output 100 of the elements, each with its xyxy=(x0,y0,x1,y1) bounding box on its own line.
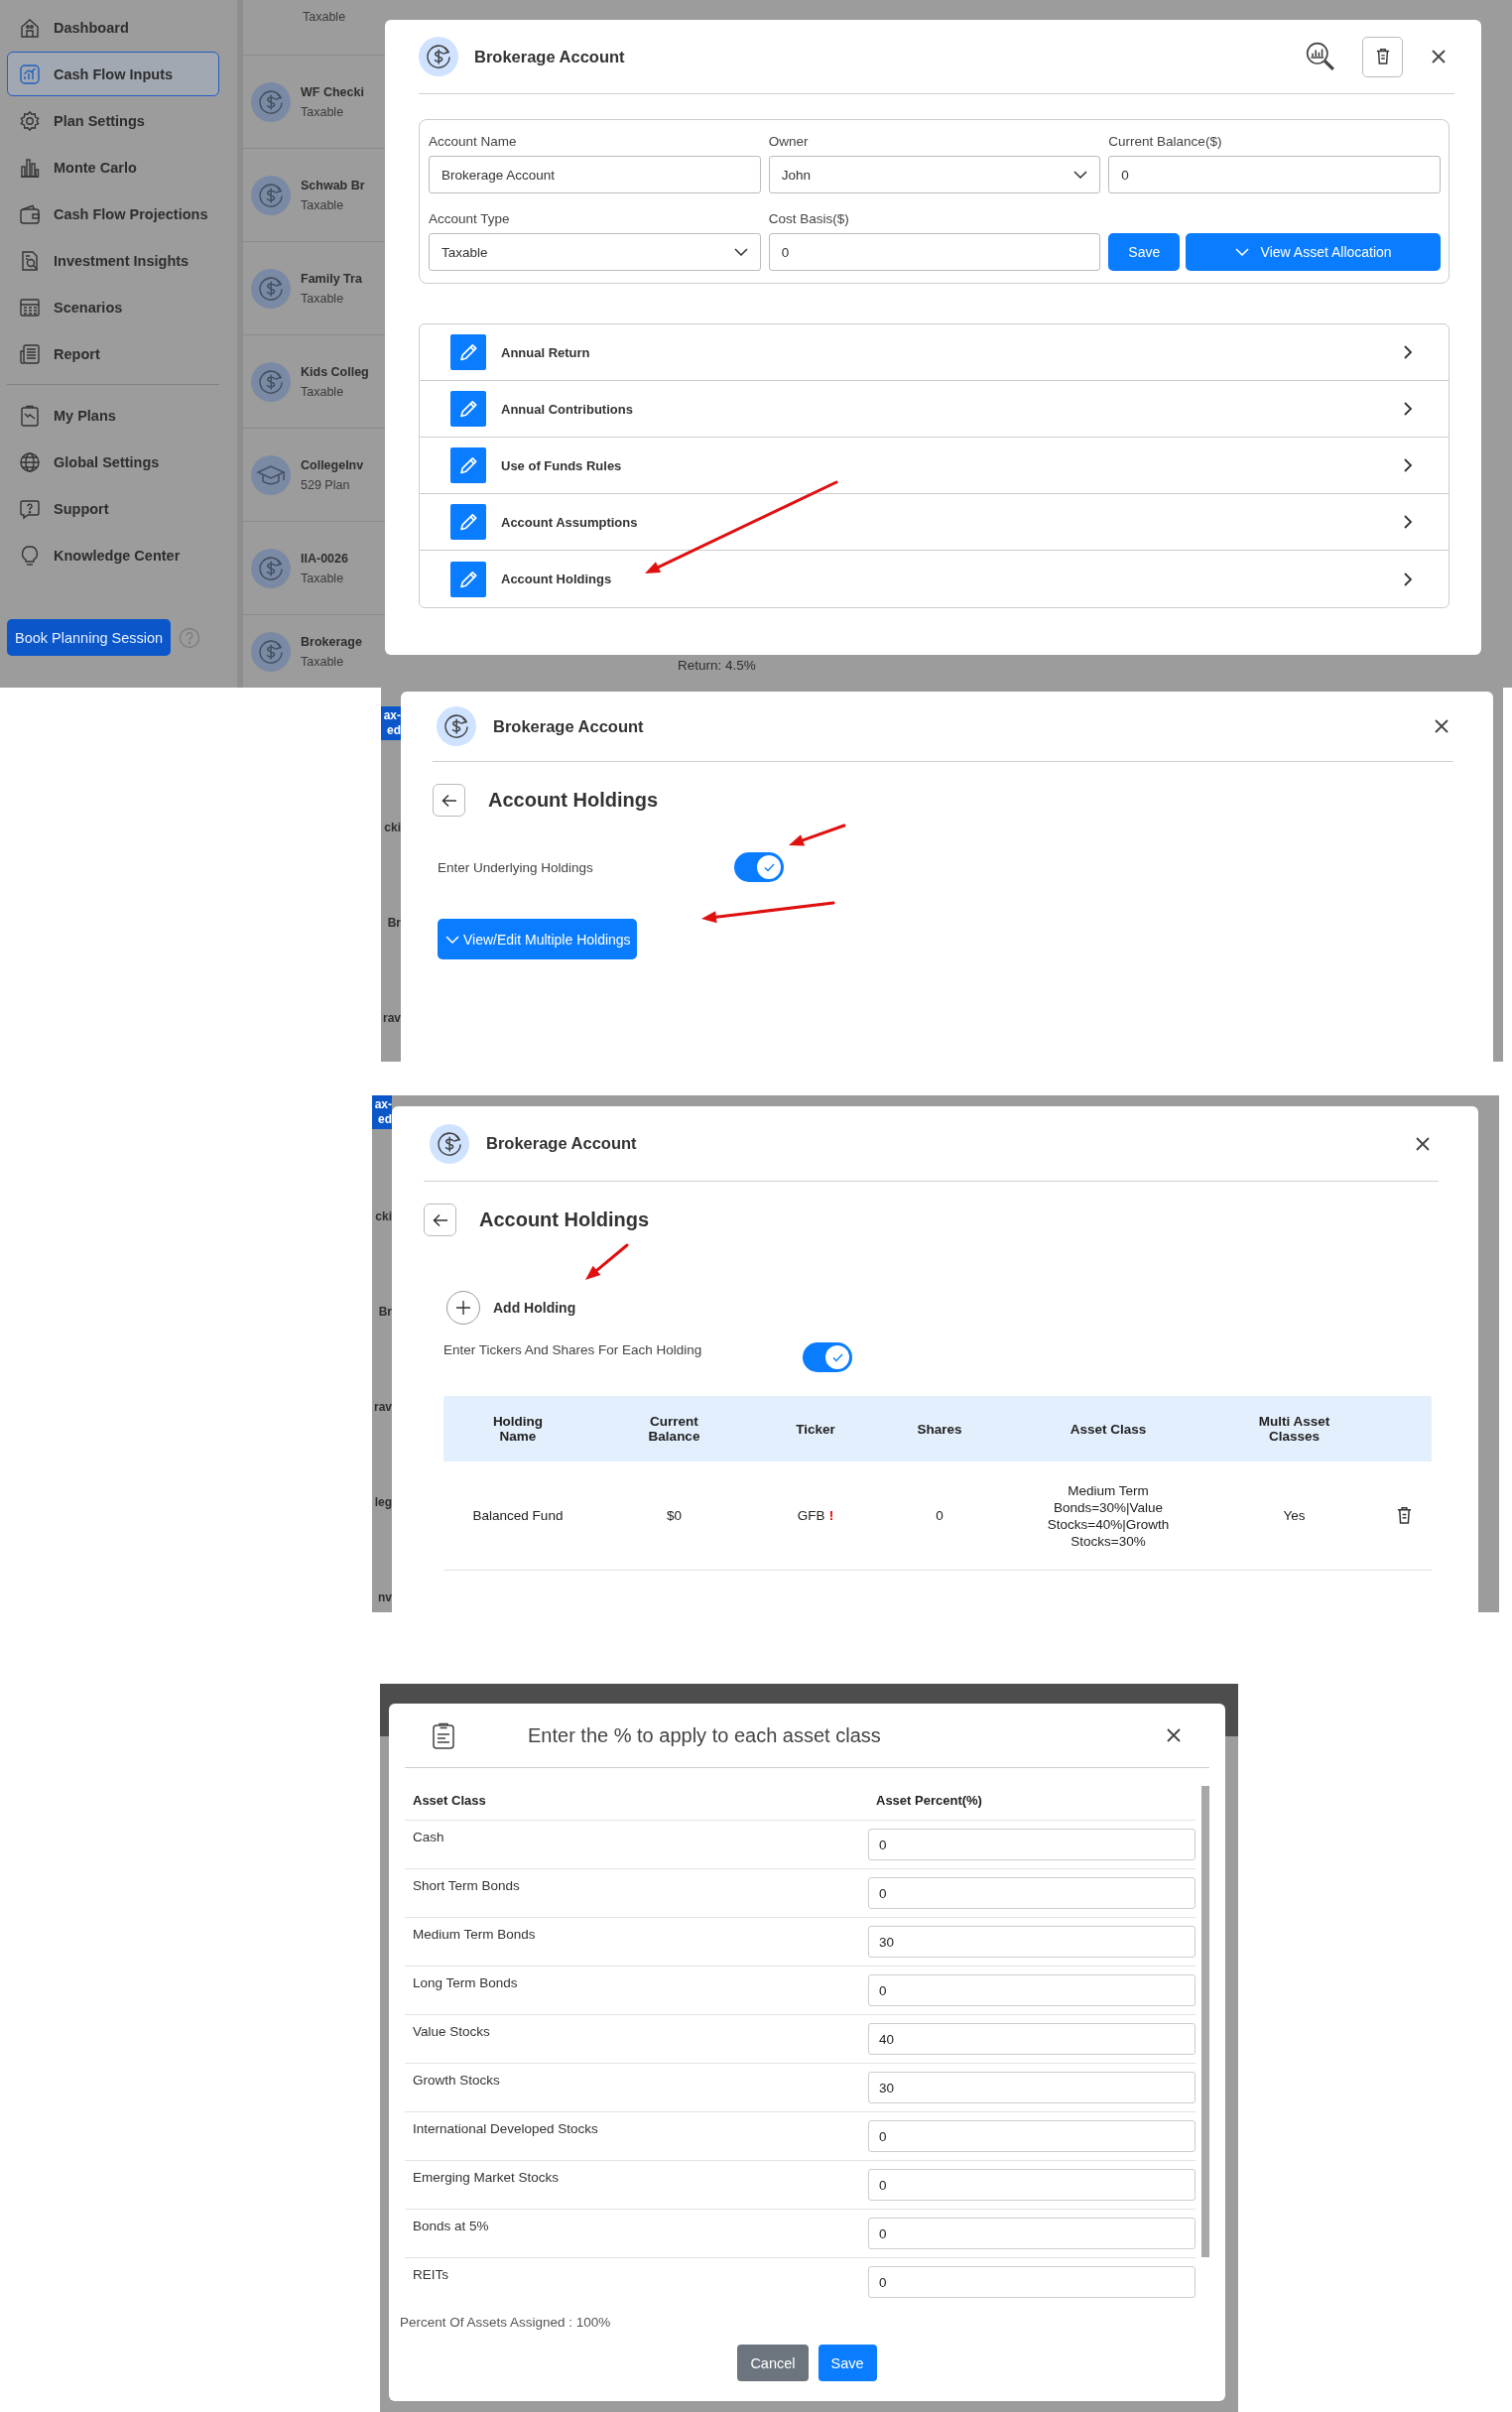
account-type: Taxable xyxy=(301,384,345,399)
back-button[interactable] xyxy=(424,1204,456,1236)
input-field[interactable]: 0 xyxy=(1108,156,1441,193)
tab-label: ed xyxy=(387,723,401,738)
input-field[interactable]: Brokerage Account xyxy=(429,156,761,193)
asset-class-label: Long Term Bonds xyxy=(412,1974,519,1990)
input-field[interactable]: 0 xyxy=(868,1974,1196,2006)
toggle-switch[interactable] xyxy=(803,1342,852,1372)
dollar-refresh-icon xyxy=(251,81,291,122)
save-button[interactable]: Save xyxy=(1108,233,1181,271)
gear-icon xyxy=(19,109,41,132)
dropdown-field[interactable]: Taxable xyxy=(429,233,761,271)
pencil-icon xyxy=(450,447,486,483)
input-field[interactable]: 0 xyxy=(868,2169,1196,2201)
globe-icon xyxy=(19,450,41,473)
help-bubble-icon xyxy=(19,497,41,520)
table-cell: $0 xyxy=(592,1461,756,1571)
sidebar-item[interactable]: Dashboard xyxy=(7,5,219,50)
chart-search-icon xyxy=(1305,41,1336,72)
book-session-button[interactable]: Book Planning Session xyxy=(7,619,172,656)
dollar-refresh-icon xyxy=(251,361,291,402)
back-button[interactable] xyxy=(433,784,465,817)
table-cell: Medium Term Bonds=30%|Value Stocks=40%|Growth Stocks=30% xyxy=(1004,1461,1212,1571)
dollar-refresh-icon xyxy=(419,37,458,76)
account-name: WF Checki xyxy=(301,84,364,99)
input-field[interactable]: 0 xyxy=(868,1877,1196,1909)
field-label: Account Type xyxy=(429,210,511,228)
newspaper-icon xyxy=(19,342,41,365)
input-field[interactable]: 30 xyxy=(868,1926,1196,1958)
field-label: Account Name xyxy=(429,133,518,151)
input-field[interactable]: 0 xyxy=(868,1829,1196,1860)
sidebar-item[interactable]: Scenarios xyxy=(7,285,219,329)
sidebar-item[interactable]: Investment Insights xyxy=(7,238,219,283)
trash-icon xyxy=(1374,48,1391,65)
input-field[interactable]: 0 xyxy=(868,2266,1196,2298)
modal-title: Enter the % to apply to each asset class xyxy=(528,1723,881,1747)
delete-button[interactable] xyxy=(1395,1506,1413,1525)
asset-class-label: Cash xyxy=(412,1829,445,1844)
sidebar-item[interactable]: Cash Flow Inputs xyxy=(7,52,219,96)
column-header: Asset Percent(%) xyxy=(875,1793,983,1808)
caret-icon xyxy=(445,935,459,944)
account-type: Taxable xyxy=(301,197,345,212)
field-label: Owner xyxy=(768,133,810,151)
input-field[interactable]: 30 xyxy=(868,2072,1196,2103)
section-row[interactable]: Use of Funds Rules xyxy=(420,438,1449,494)
account-name: Kids Colleg xyxy=(301,364,369,379)
sidebar-item[interactable]: Support xyxy=(7,486,219,531)
annotation-arrow xyxy=(585,1243,629,1280)
section-row[interactable]: Annual Return xyxy=(420,324,1449,381)
toggle-label: Enter Underlying Holdings xyxy=(438,859,594,875)
toggle-label: Enter Tickers And Shares For Each Holding xyxy=(443,1342,703,1357)
sidebar-item[interactable]: Cash Flow Projections xyxy=(7,191,219,236)
pencil-icon xyxy=(450,504,486,540)
sidebar-item[interactable]: My Plans xyxy=(7,393,219,438)
input-field[interactable]: 0 xyxy=(768,233,1101,271)
column-header: Current Balance xyxy=(647,1413,701,1446)
column-header: Multi Asset Classes xyxy=(1257,1413,1331,1446)
sidebar-item[interactable]: Report xyxy=(7,331,219,376)
toggle-switch[interactable] xyxy=(734,852,784,882)
add-holding-button[interactable]: Add Holding xyxy=(446,1291,576,1325)
delete-button[interactable] xyxy=(1362,36,1403,77)
chevron-right-icon xyxy=(1403,571,1413,587)
view-edit-holdings-button[interactable]: View/Edit Multiple Holdings xyxy=(438,919,637,959)
pencil-icon xyxy=(450,334,486,370)
table-cell: Balanced Fund xyxy=(443,1461,592,1571)
dropdown-field[interactable]: John xyxy=(768,156,1101,193)
caret-icon xyxy=(1234,248,1249,256)
sidebar-item[interactable]: Global Settings xyxy=(7,440,219,484)
section-row[interactable]: Account Assumptions xyxy=(420,494,1449,551)
lightbulb-icon xyxy=(19,544,41,567)
asset-class-label: Growth Stocks xyxy=(412,2072,501,2088)
cancel-button[interactable]: Cancel xyxy=(737,2345,809,2381)
section-row[interactable]: Annual Contributions xyxy=(420,381,1449,438)
return-label: Return: 4.5% xyxy=(678,657,756,675)
input-field[interactable]: 40 xyxy=(868,2023,1196,2055)
account-name: leg xyxy=(374,1494,392,1510)
close-icon xyxy=(1431,49,1447,64)
table-cell: 0 xyxy=(875,1461,1004,1571)
chart-icon xyxy=(19,63,41,85)
account-name: nv xyxy=(378,1589,392,1605)
save-button[interactable]: Save xyxy=(818,2345,877,2381)
scrollbar[interactable] xyxy=(1201,1786,1209,2257)
warning-mark: ! xyxy=(828,1508,834,1523)
view-asset-allocation-button[interactable]: View Asset Allocation xyxy=(1186,233,1441,271)
sidebar-item[interactable]: Monte Carlo xyxy=(7,145,219,190)
document-search-icon xyxy=(19,249,41,272)
plus-icon xyxy=(456,1301,470,1315)
input-field[interactable]: 0 xyxy=(868,2120,1196,2152)
column-header: Ticker xyxy=(795,1420,836,1439)
sidebar-item[interactable]: Plan Settings xyxy=(7,98,219,143)
tab-label: ax- xyxy=(374,1097,392,1112)
input-field[interactable]: 0 xyxy=(868,2218,1196,2249)
account-name: IIA-0026 xyxy=(301,551,348,566)
account-type: Taxable xyxy=(301,654,345,669)
section-row[interactable]: Account Holdings xyxy=(420,551,1449,607)
sidebar-item[interactable]: Knowledge Center xyxy=(7,533,219,577)
dollar-refresh-icon xyxy=(430,1123,469,1164)
account-name: Br xyxy=(387,915,401,931)
account-name: Schwab Br xyxy=(301,178,365,192)
dollar-refresh-icon xyxy=(251,268,291,309)
